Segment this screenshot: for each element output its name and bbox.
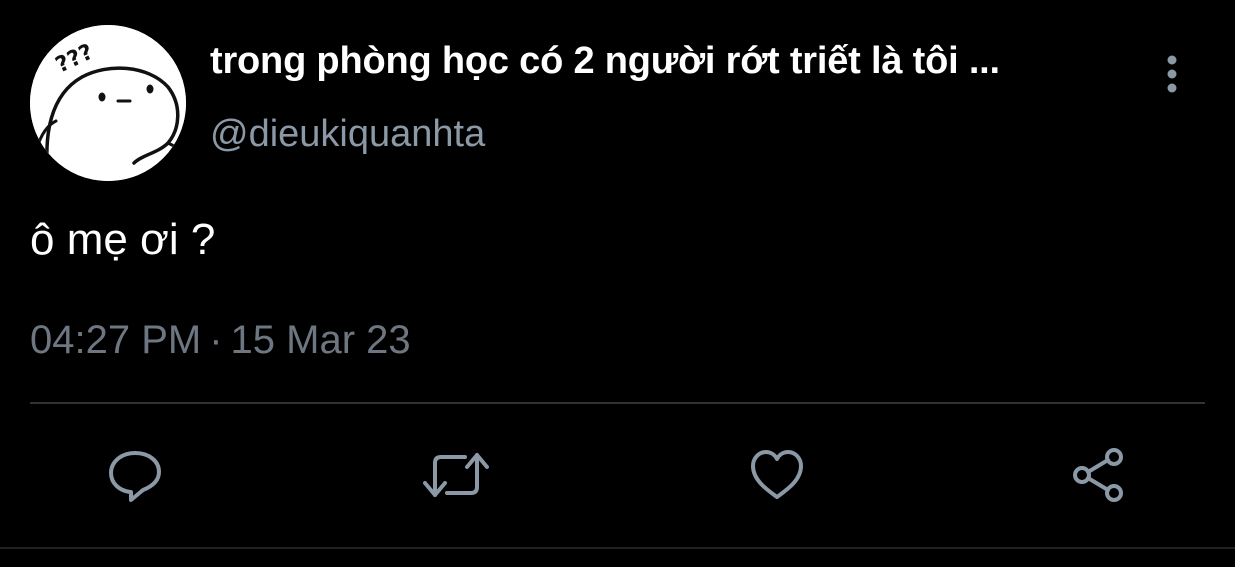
tweet-time: 04:27 PM: [30, 318, 202, 362]
speech-bubble-icon: [109, 451, 161, 502]
tweet-date: 15 Mar 23: [230, 318, 411, 362]
like-button[interactable]: [742, 440, 812, 510]
retweet-button[interactable]: [421, 440, 491, 510]
avatar-drawing: ???: [30, 25, 186, 181]
retweet-icon: [423, 453, 489, 497]
share-icon: [1073, 448, 1123, 502]
tweet-text: ô mẹ ơi ?: [30, 215, 216, 264]
timestamp-separator: ·: [209, 318, 223, 362]
divider: [30, 402, 1205, 404]
user-handle[interactable]: @dieukiquanhta: [210, 113, 485, 156]
bottom-divider: [0, 547, 1235, 549]
tweet-timestamp[interactable]: 04:27 PM · 15 Mar 23: [30, 318, 411, 363]
vertical-ellipsis-icon: [1167, 55, 1177, 93]
avatar[interactable]: ???: [30, 25, 186, 181]
heart-icon: [751, 450, 803, 499]
display-name[interactable]: trong phòng học có 2 người rớt triết là …: [210, 40, 1000, 83]
reply-button[interactable]: [100, 440, 170, 510]
share-button[interactable]: [1063, 440, 1133, 510]
tweet-detail: ??? trong phòng học có 2 người rớt triết…: [0, 0, 1235, 567]
more-options-button[interactable]: [1155, 52, 1189, 98]
